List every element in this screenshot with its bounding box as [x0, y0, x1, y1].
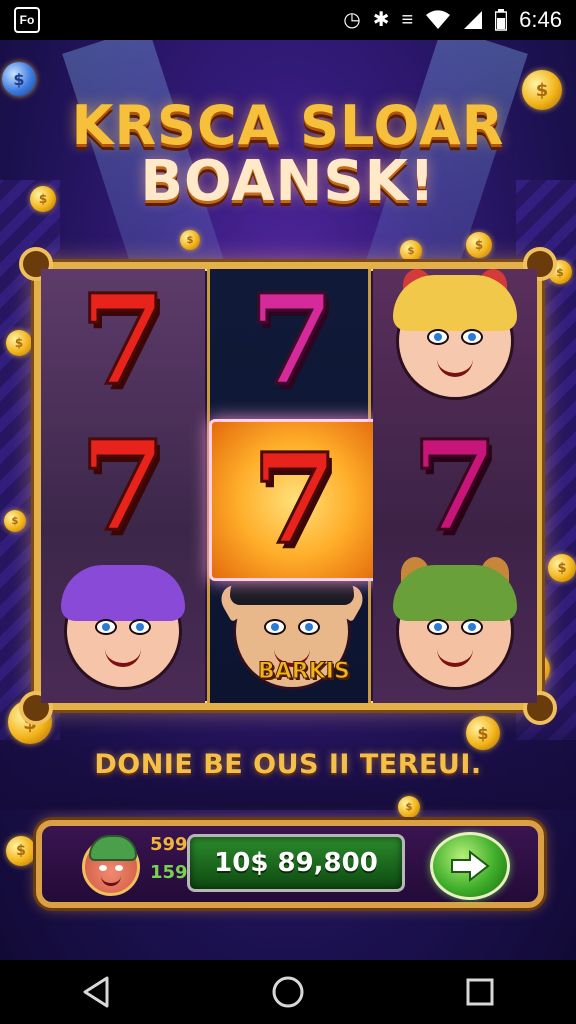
character-purple-hair-icon — [61, 565, 185, 690]
eye — [427, 329, 449, 345]
eye — [95, 619, 117, 635]
reel-symbol-character — [373, 269, 537, 413]
reel-symbol-character — [373, 557, 537, 703]
alarm-icon: ◷ — [343, 9, 361, 31]
app-notification-icon: Fo — [14, 7, 40, 33]
reel-symbol-character — [41, 559, 205, 703]
mouth — [437, 359, 473, 377]
character-blonde-cat-ears-icon — [393, 269, 517, 400]
game-scene: $ $ $ $ $ $ $ $ $ $ $ $ $ $ $ KRSCA SLOA… — [0, 40, 576, 960]
coin-icon: $ — [4, 510, 26, 532]
character-elf-icon: BARKIS — [215, 565, 369, 690]
battery-icon — [495, 9, 508, 31]
spin-button[interactable] — [430, 832, 510, 900]
reel-1: 7 7 — [41, 269, 205, 703]
back-button[interactable] — [64, 960, 128, 1024]
arrow-right-icon — [451, 850, 490, 882]
recents-button[interactable] — [448, 960, 512, 1024]
eye — [129, 619, 151, 635]
reel-symbol-seven: 7 — [41, 269, 205, 413]
coin-icon: $ — [400, 240, 422, 262]
lines-value[interactable]: 159 — [150, 862, 188, 883]
player-avatar[interactable] — [82, 835, 140, 896]
hair — [393, 275, 517, 331]
game-title: KRSCA SLOAR BOANSK! — [0, 98, 576, 210]
eye — [264, 619, 286, 635]
slot-machine-reels: 7 7 7 BARKIS 7 7 — [19, 247, 557, 725]
coin-icon: $ — [466, 232, 492, 258]
hair — [61, 565, 185, 621]
bet-value[interactable]: 599 — [150, 834, 188, 855]
eye — [115, 865, 123, 871]
clock: 6:46 — [519, 7, 562, 32]
seven-symbol: 7 — [78, 268, 167, 413]
mouth — [437, 649, 473, 667]
reel-symbol-seven: 7 — [41, 415, 205, 559]
game-subtitle: DONIE BE OUS II TEREUI. — [94, 749, 482, 780]
seven-symbol: 7 — [410, 414, 499, 559]
cap — [89, 835, 137, 861]
coin-icon: $ — [6, 836, 36, 866]
home-icon — [272, 976, 304, 1008]
vibrate-icon: ≡ — [401, 9, 414, 31]
game-title-line1: KRSCA SLOAR — [71, 94, 505, 157]
reel-symbol-seven: 7 — [210, 269, 374, 413]
coin-icon: $ — [466, 716, 500, 750]
mouth — [105, 649, 141, 667]
wifi-icon — [426, 10, 451, 29]
eye — [298, 619, 320, 635]
navigation-bar — [0, 960, 576, 1024]
reel-symbol-seven: 7 — [373, 415, 537, 559]
signal-icon — [464, 11, 483, 29]
eye — [461, 619, 483, 635]
eye — [99, 865, 107, 871]
back-icon — [83, 976, 109, 1008]
bottom-control-panel: 599 159 10$ 89,800 — [36, 820, 544, 908]
eye — [461, 329, 483, 345]
seven-symbol: 7 — [250, 427, 339, 572]
seven-symbol: 7 — [247, 268, 336, 413]
hat — [393, 565, 517, 621]
coin-icon: $ — [2, 62, 36, 96]
recents-icon — [466, 978, 494, 1006]
status-bar: Fo ◷ ✱ ≡ 6:46 — [0, 0, 576, 40]
balance-display: 10$ 89,800 — [187, 834, 405, 892]
coin-icon: $ — [398, 796, 420, 818]
game-title-line2: BOANSK! — [140, 149, 436, 215]
seven-symbol: 7 — [78, 414, 167, 559]
coin-icon: $ — [6, 330, 32, 356]
bluetooth-icon: ✱ — [372, 9, 390, 31]
coin-icon: $ — [180, 230, 200, 250]
reel-3: 7 — [373, 269, 537, 703]
eye — [427, 619, 449, 635]
coin-icon: $ — [548, 554, 576, 582]
character-green-hat-icon — [393, 557, 517, 690]
winning-symbol-highlight: 7 — [209, 419, 381, 581]
balance-amount: 10$ 89,800 — [214, 848, 378, 878]
symbol-label: BARKIS — [258, 659, 351, 685]
mouth — [101, 875, 121, 886]
home-button[interactable] — [256, 960, 320, 1024]
